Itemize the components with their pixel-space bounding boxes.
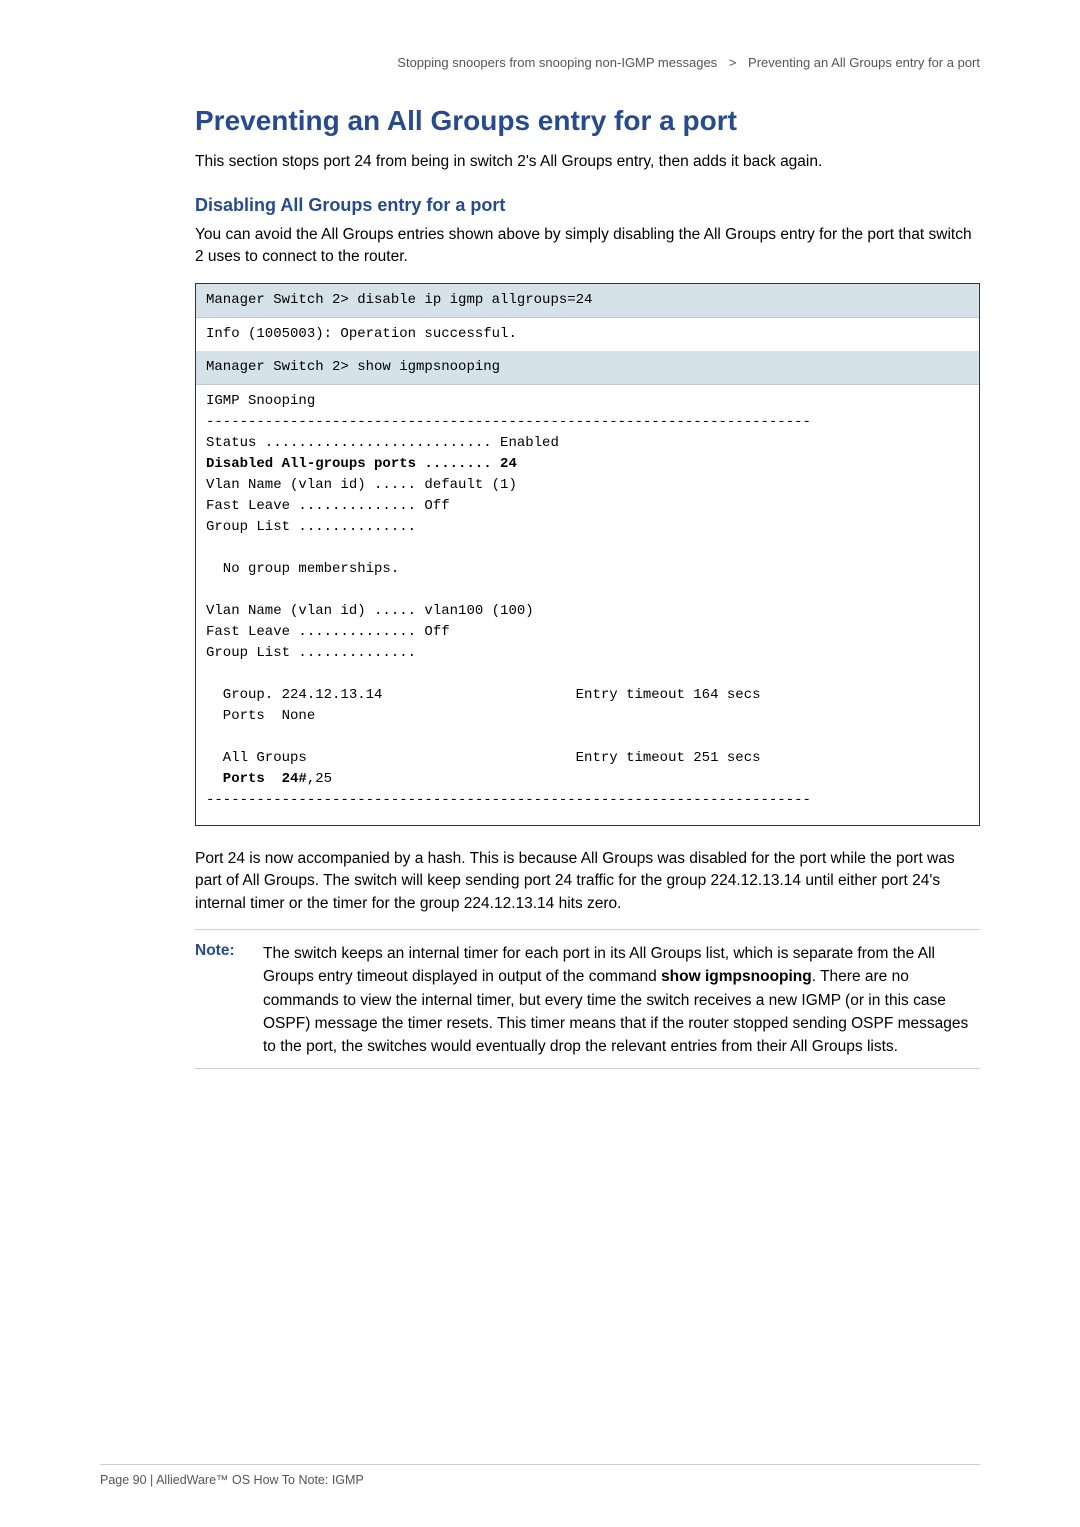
note-rule-top bbox=[195, 929, 980, 930]
output-c: ----------------------------------------… bbox=[206, 792, 811, 808]
command-line-1: Manager Switch 2> disable ip igmp allgro… bbox=[196, 284, 979, 318]
intro-paragraph: This section stops port 24 from being in… bbox=[195, 151, 980, 173]
footer-text: Page 90 | AlliedWare™ OS How To Note: IG… bbox=[100, 1473, 980, 1487]
running-header: Stopping snoopers from snooping non-IGMP… bbox=[195, 55, 980, 70]
command-line-2: Manager Switch 2> show igmpsnooping bbox=[196, 351, 979, 385]
terminal-block: Manager Switch 2> disable ip igmp allgro… bbox=[195, 283, 980, 826]
note-label: Note: bbox=[195, 942, 263, 1058]
section-paragraph: You can avoid the All Groups entries sho… bbox=[195, 224, 980, 269]
page-title: Preventing an All Groups entry for a por… bbox=[195, 105, 980, 137]
output-bold-line: Disabled All-groups ports ........ 24 bbox=[206, 456, 517, 472]
header-left: Stopping snoopers from snooping non-IGMP… bbox=[397, 55, 717, 70]
header-separator: > bbox=[729, 55, 737, 70]
output-ports-bold: Ports 24# bbox=[206, 771, 307, 787]
output-1: Info (1005003): Operation successful. bbox=[196, 318, 979, 351]
output-ports-rest: ,25 bbox=[307, 771, 332, 787]
section-heading: Disabling All Groups entry for a port bbox=[195, 195, 980, 216]
explanation-paragraph: Port 24 is now accompanied by a hash. Th… bbox=[195, 848, 980, 915]
note-block: Note: The switch keeps an internal timer… bbox=[195, 942, 980, 1058]
note-body: The switch keeps an internal timer for e… bbox=[263, 942, 980, 1058]
header-right: Preventing an All Groups entry for a por… bbox=[748, 55, 980, 70]
note-command: show igmpsnooping bbox=[661, 968, 812, 985]
footer-rule bbox=[100, 1464, 980, 1465]
output-b: Vlan Name (vlan id) ..... default (1) Fa… bbox=[206, 477, 761, 766]
output-block: IGMP Snooping --------------------------… bbox=[196, 385, 979, 825]
note-rule-bottom bbox=[195, 1068, 980, 1069]
output-a: IGMP Snooping --------------------------… bbox=[206, 393, 811, 451]
page-footer: Page 90 | AlliedWare™ OS How To Note: IG… bbox=[100, 1464, 980, 1487]
